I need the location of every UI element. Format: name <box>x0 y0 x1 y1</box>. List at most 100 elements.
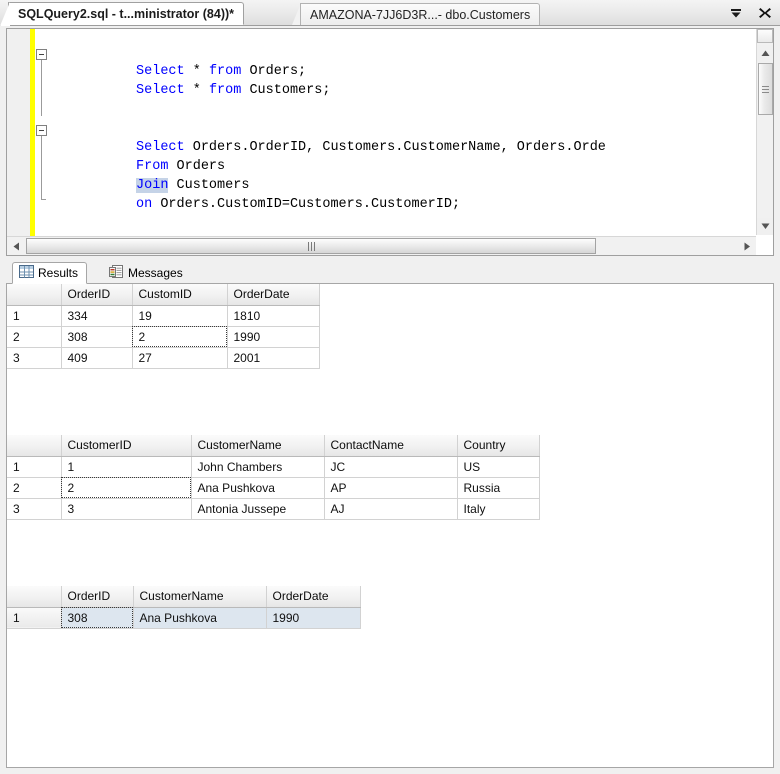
code-line-5: Select Orders.OrderID, Customers.Custome… <box>55 119 606 155</box>
orders-col-customid[interactable]: CustomID <box>132 284 228 306</box>
join-col-orderid[interactable]: OrderID <box>61 586 134 608</box>
result-set-customers: CustomerID CustomerName ContactName Coun… <box>7 435 773 520</box>
tab-messages-label: Messages <box>128 266 183 280</box>
cell-orderdate[interactable]: 1990 <box>227 326 320 348</box>
tab-sqlquery2[interactable]: SQLQuery2.sql - t...ministrator (84))* <box>0 2 245 26</box>
cell-country[interactable]: US <box>457 456 540 478</box>
tab-messages[interactable]: Messages <box>102 262 192 284</box>
customers-col-country[interactable]: Country <box>457 435 540 457</box>
customers-grid[interactable]: CustomerID CustomerName ContactName Coun… <box>7 435 540 520</box>
row-header[interactable]: 2 <box>7 477 62 499</box>
code-line-7: Join Customers <box>55 157 249 193</box>
tab-results[interactable]: Results <box>12 262 88 284</box>
sql-editor[interactable]: Select * from Orders; Select * from Cust… <box>6 28 774 256</box>
results-grid-area[interactable]: OrderID CustomID OrderDate 1 334 19 1810 <box>6 284 774 768</box>
tab-results-label: Results <box>38 266 79 280</box>
cell-customid-selected[interactable]: 2 <box>132 326 228 348</box>
cell-contactname[interactable]: JC <box>324 456 458 478</box>
customers-col-rownum[interactable] <box>7 435 62 457</box>
code-line-8-kw: on <box>136 197 161 212</box>
tab-sqlquery2-label: SQLQuery2.sql - t...ministrator (84))* <box>18 6 235 21</box>
table-row[interactable]: 1 1 John Chambers JC US <box>7 456 540 478</box>
cell-orderid[interactable]: 334 <box>61 305 133 327</box>
customers-col-customername[interactable]: CustomerName <box>191 435 325 457</box>
editor-scroll-up-arrow[interactable] <box>757 45 773 62</box>
orders-col-orderid[interactable]: OrderID <box>61 284 133 306</box>
messages-icon <box>109 264 124 282</box>
row-header[interactable]: 2 <box>7 326 62 348</box>
code-line-1: Select * from Orders; <box>55 43 306 79</box>
scroll-thumb-grip <box>762 84 769 95</box>
editor-scroll-corner <box>757 29 773 43</box>
close-icon[interactable] <box>756 4 774 22</box>
code-line-2-kw: Select <box>136 83 193 98</box>
results-tab-bar: Results Messages <box>6 262 774 284</box>
result-set-join: OrderID CustomerName OrderDate 1 308 Ana… <box>7 586 773 629</box>
editor-scroll-left-arrow[interactable] <box>7 237 25 255</box>
grid-icon <box>19 265 34 281</box>
table-row[interactable]: 3 409 27 2001 <box>7 347 320 369</box>
fold-toggle-block2[interactable] <box>36 125 47 136</box>
tab-dbo-customers[interactable]: AMAZONA-7JJ6D3R...- dbo.Customers <box>300 3 541 25</box>
cell-orderid[interactable]: 308 <box>61 326 133 348</box>
join-grid-header-row: OrderID CustomerName OrderDate <box>7 586 361 608</box>
cell-customid[interactable]: 19 <box>132 305 228 327</box>
cell-country[interactable]: Russia <box>457 477 540 499</box>
cell-customername[interactable]: John Chambers <box>191 456 325 478</box>
orders-grid-header-row: OrderID CustomID OrderDate <box>7 284 320 306</box>
cell-orderdate[interactable]: 1810 <box>227 305 320 327</box>
editor-outlining-column <box>35 29 51 255</box>
editor-scroll-thumb[interactable] <box>758 63 773 115</box>
orders-col-rownum[interactable] <box>7 284 62 306</box>
join-col-customername[interactable]: CustomerName <box>133 586 267 608</box>
cell-customerid[interactable]: 3 <box>61 498 192 520</box>
code-line-2-star: * <box>192 83 209 98</box>
orders-grid[interactable]: OrderID CustomID OrderDate 1 334 19 1810 <box>7 284 320 369</box>
table-row[interactable]: 3 3 Antonia Jussepe AJ Italy <box>7 498 540 520</box>
fold-end-tick-block2 <box>41 199 46 200</box>
tab-list-dropdown-icon[interactable] <box>727 4 745 22</box>
result-set-orders: OrderID CustomID OrderDate 1 334 19 1810 <box>7 284 773 369</box>
editor-vertical-scrollbar[interactable] <box>756 29 773 235</box>
customers-col-customerid[interactable]: CustomerID <box>61 435 192 457</box>
cell-customid[interactable]: 27 <box>132 347 228 369</box>
tab-dbo-customers-label: AMAZONA-7JJ6D3R...- dbo.Customers <box>310 7 531 22</box>
code-line-2: Select * from Customers; <box>55 62 330 98</box>
join-grid[interactable]: OrderID CustomerName OrderDate 1 308 Ana… <box>7 586 361 629</box>
cell-orderdate[interactable]: 2001 <box>227 347 320 369</box>
customers-col-contactname[interactable]: ContactName <box>324 435 458 457</box>
editor-hscroll-thumb[interactable] <box>26 238 596 254</box>
join-col-rownum[interactable] <box>7 586 62 608</box>
cell-orderid[interactable]: 409 <box>61 347 133 369</box>
table-row[interactable]: 1 334 19 1810 <box>7 305 320 327</box>
orders-col-orderdate[interactable]: OrderDate <box>227 284 320 306</box>
editor-scroll-right-arrow[interactable] <box>738 237 756 255</box>
row-header[interactable]: 1 <box>7 305 62 327</box>
cell-contactname[interactable]: AP <box>324 477 458 499</box>
cell-customername[interactable]: Antonia Jussepe <box>191 498 325 520</box>
cell-customerid-selected[interactable]: 2 <box>61 477 192 499</box>
cell-orderdate[interactable]: 1990 <box>266 607 361 629</box>
editor-line-number-gutter <box>7 29 30 255</box>
fold-toggle-block1[interactable] <box>36 49 47 60</box>
row-header[interactable]: 3 <box>7 347 62 369</box>
row-header[interactable]: 3 <box>7 498 62 520</box>
table-row[interactable]: 2 308 2 1990 <box>7 326 320 348</box>
row-header[interactable]: 1 <box>7 456 62 478</box>
cell-contactname[interactable]: AJ <box>324 498 458 520</box>
row-header[interactable]: 1 <box>7 607 62 629</box>
editor-code-area[interactable]: Select * from Orders; Select * from Cust… <box>51 29 755 235</box>
cell-orderid-focused[interactable]: 308 <box>61 607 134 629</box>
code-line-6: From Orders <box>55 138 225 174</box>
cell-country[interactable]: Italy <box>457 498 540 520</box>
document-tab-strip: SQLQuery2.sql - t...ministrator (84))* A… <box>0 0 780 26</box>
table-row[interactable]: 2 2 Ana Pushkova AP Russia <box>7 477 540 499</box>
results-pane: Results Messages OrderID CustomID OrderD… <box>6 262 774 768</box>
table-row[interactable]: 1 308 Ana Pushkova 1990 <box>7 607 361 629</box>
join-col-orderdate[interactable]: OrderDate <box>266 586 361 608</box>
cell-customername[interactable]: Ana Pushkova <box>191 477 325 499</box>
editor-scroll-down-arrow[interactable] <box>757 218 773 235</box>
cell-customername[interactable]: Ana Pushkova <box>133 607 267 629</box>
editor-horizontal-scrollbar[interactable] <box>7 236 756 255</box>
cell-customerid[interactable]: 1 <box>61 456 192 478</box>
